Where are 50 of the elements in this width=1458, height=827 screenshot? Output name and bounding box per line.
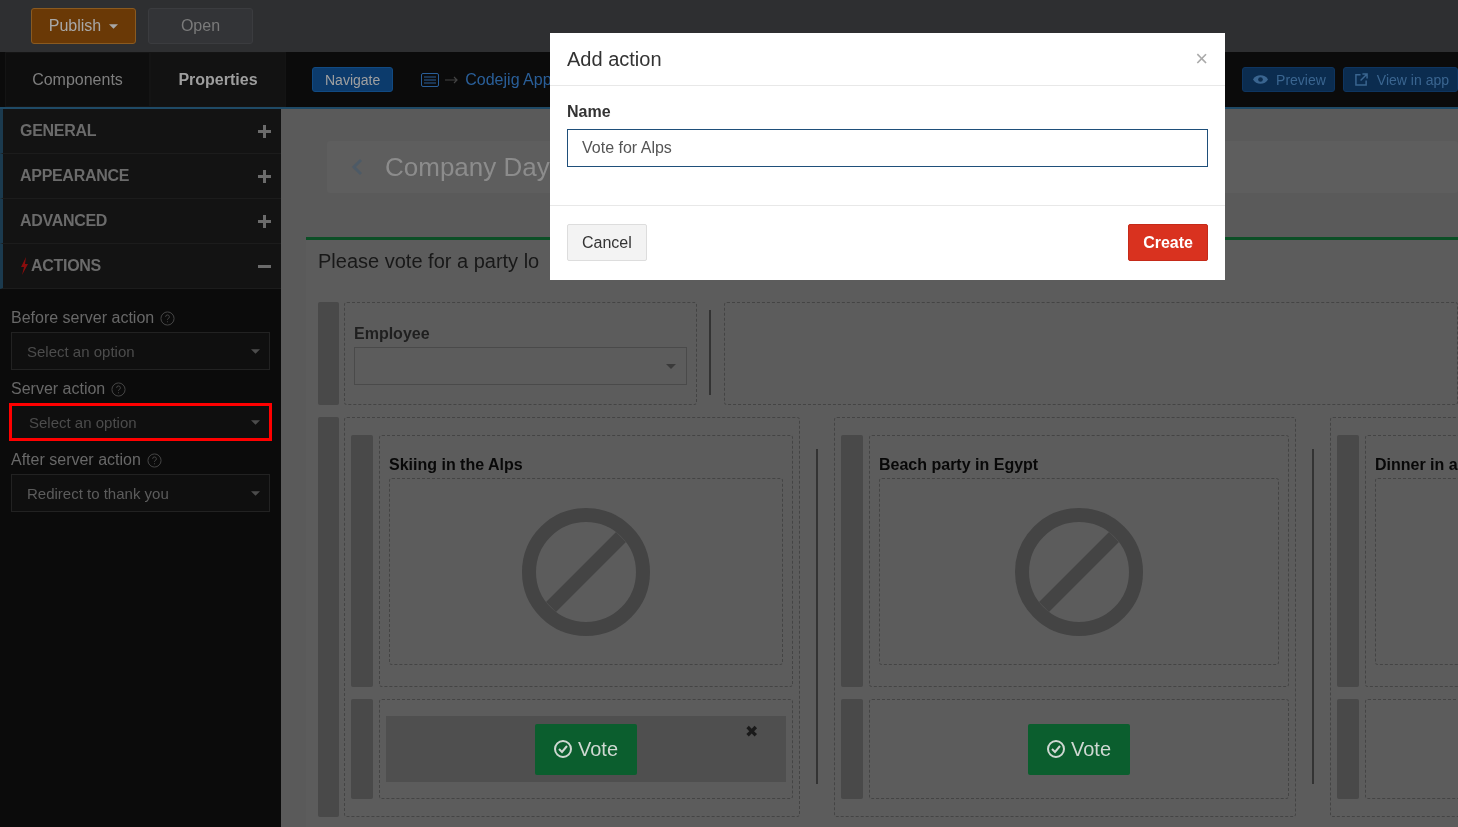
- no-image-icon: [1014, 506, 1144, 637]
- help-icon: [111, 381, 127, 397]
- field-label: Before server action: [11, 309, 155, 327]
- select-field[interactable]: Select an option: [11, 332, 270, 370]
- select-field[interactable]: [354, 347, 687, 385]
- select-field[interactable]: Redirect to thank you: [11, 474, 270, 512]
- list-icon: [421, 72, 440, 87]
- no-image-icon: [521, 506, 651, 637]
- close-button[interactable]: ×: [1195, 46, 1208, 72]
- remove-icon[interactable]: ✖: [745, 722, 758, 741]
- caret-icon: [251, 348, 260, 354]
- field-label: After server action: [11, 451, 141, 469]
- vote-button[interactable]: Vote: [535, 723, 637, 775]
- panel-tab[interactable]: Components: [5, 52, 150, 107]
- check-circle-icon: [553, 740, 572, 758]
- vote-button[interactable]: Vote: [1028, 723, 1130, 775]
- nav-button[interactable]: Preview: [1242, 67, 1335, 92]
- caret-icon: [251, 490, 260, 496]
- navigate-button[interactable]: Navigate: [312, 67, 394, 92]
- lightning-icon: [20, 257, 29, 275]
- option-title: Beach party in Egypt: [879, 456, 1039, 474]
- form-heading: Please vote for a party lo: [317, 249, 541, 274]
- external-link-icon: [1353, 73, 1369, 86]
- option-title: Skiing in the Alps: [389, 456, 523, 474]
- check-circle-icon: [1046, 740, 1065, 758]
- caret-icon: [666, 363, 676, 369]
- section-header[interactable]: APPEARANCE: [0, 154, 281, 199]
- option-title: Dinner in a: [1375, 456, 1458, 474]
- caret-icon: [109, 23, 119, 29]
- select-field[interactable]: Select an option: [9, 403, 272, 441]
- nav-button[interactable]: View in app: [1342, 67, 1458, 92]
- publish-button[interactable]: Publish: [31, 8, 136, 44]
- section-header[interactable]: GENERAL: [0, 109, 281, 154]
- cancel-button[interactable]: Cancel: [567, 224, 647, 261]
- name-label: Name: [567, 103, 612, 121]
- breadcrumb-link[interactable]: Codejig App: [465, 70, 552, 89]
- help-icon: [160, 310, 176, 326]
- open-button[interactable]: Open: [148, 8, 253, 44]
- name-input[interactable]: Vote for Alps: [567, 129, 1208, 167]
- section-header[interactable]: ADVANCED: [0, 199, 281, 244]
- create-button[interactable]: Create: [1128, 224, 1208, 261]
- caret-icon: [251, 419, 260, 425]
- section-header[interactable]: ACTIONS: [0, 244, 281, 289]
- eye-icon: [1253, 73, 1269, 86]
- field-label: Employee: [354, 325, 431, 343]
- help-icon: [146, 452, 162, 468]
- field-label: Server action: [11, 380, 106, 398]
- arrow-icon: [445, 75, 460, 84]
- panel-tab[interactable]: Properties: [150, 52, 286, 107]
- dialog-title: Add action: [567, 47, 662, 71]
